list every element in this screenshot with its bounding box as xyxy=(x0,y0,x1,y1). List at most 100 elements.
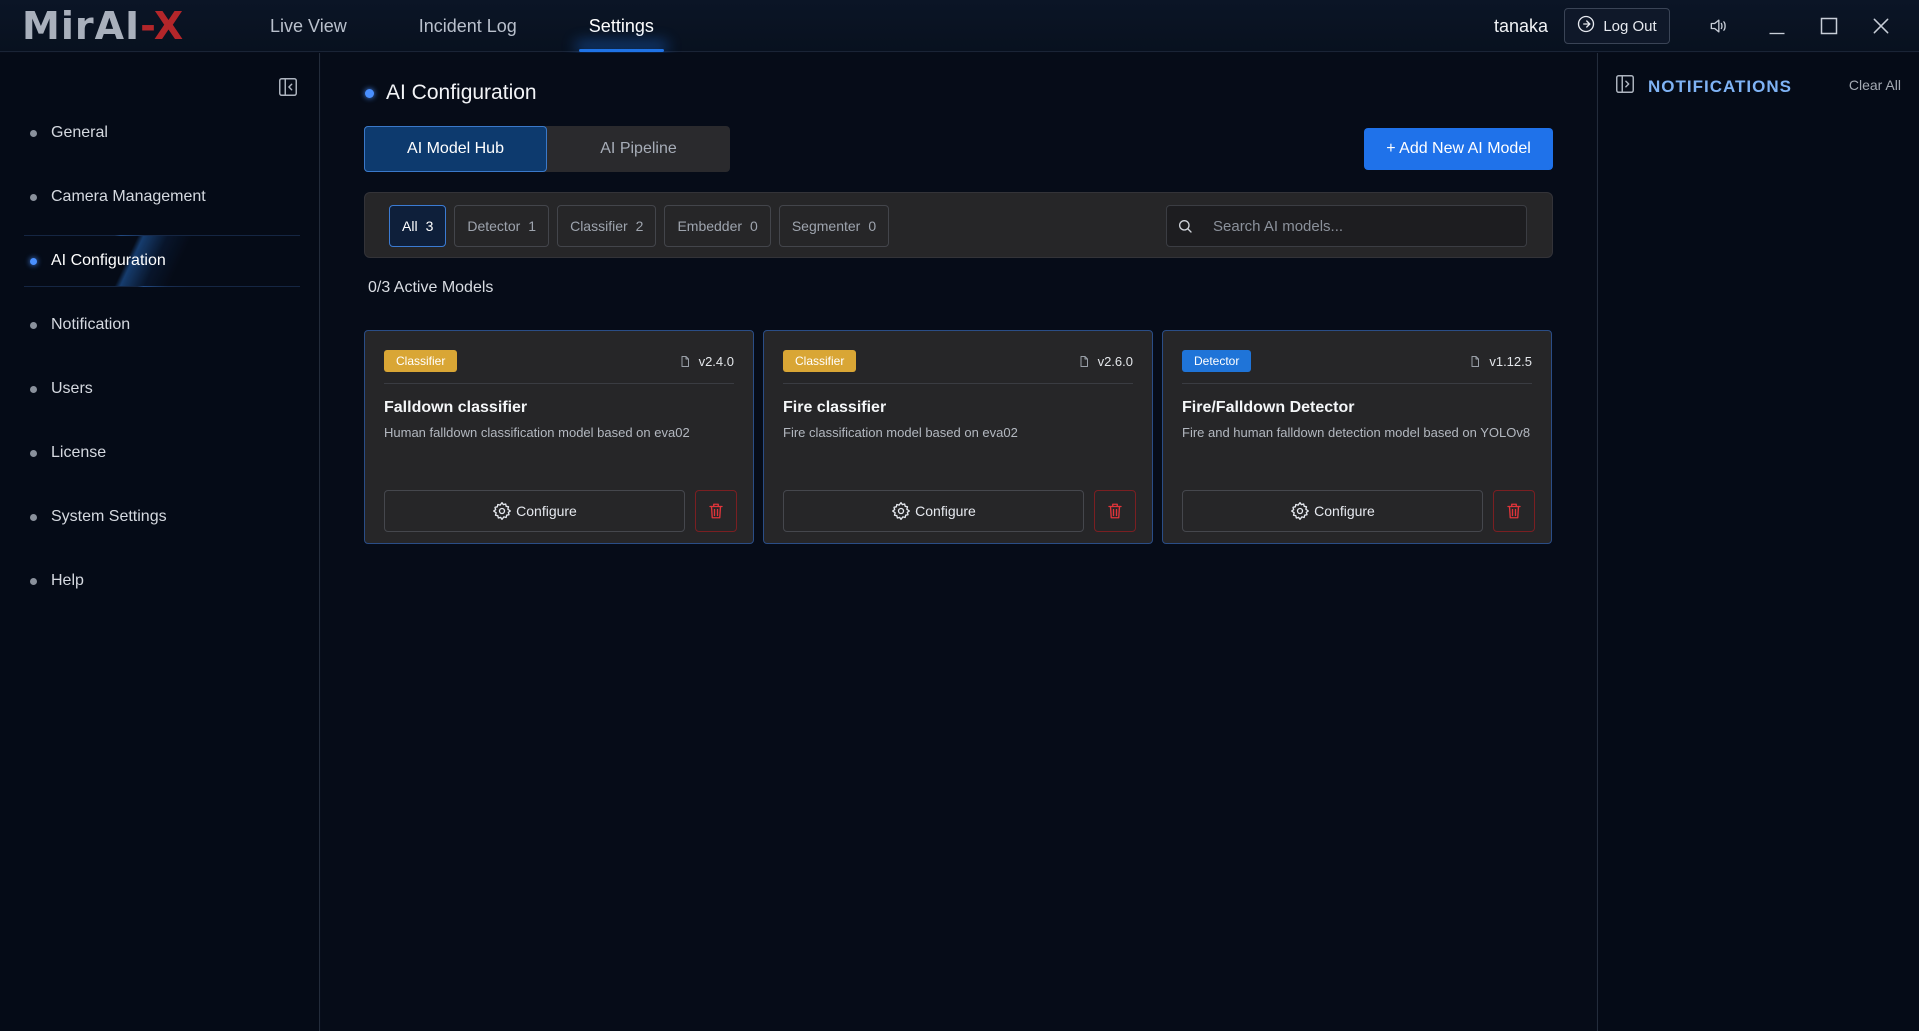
model-type-badge: Classifier xyxy=(384,350,458,372)
main-nav: Live View Incident Log Settings xyxy=(250,0,706,52)
clear-all-button[interactable]: Clear All xyxy=(1849,77,1901,93)
sidebar-item-users[interactable]: Users xyxy=(0,357,320,421)
title-dot-icon xyxy=(365,88,374,98)
card-header: Classifier v2.6.0 xyxy=(783,350,1133,384)
model-name: Fire/Falldown Detector xyxy=(1182,399,1355,416)
filter-chip-all[interactable]: All 3 xyxy=(389,205,447,247)
search-input[interactable] xyxy=(1203,206,1526,246)
sidebar-item-label: Notification xyxy=(51,316,131,333)
bullet-icon xyxy=(30,385,37,393)
settings-sidebar: General Camera Management AI Configurati… xyxy=(0,53,320,1031)
filter-chip-classifier[interactable]: Classifier 2 xyxy=(557,205,657,247)
sidebar-item-help[interactable]: Help xyxy=(0,549,320,613)
sidebar-item-system-settings[interactable]: System Settings xyxy=(0,485,320,549)
chip-count: 3 xyxy=(425,218,434,234)
delete-button[interactable] xyxy=(695,490,737,532)
model-description: Fire classification model based on eva02 xyxy=(783,425,1018,440)
version-text: v2.4.0 xyxy=(698,353,734,369)
sidebar-item-label: Users xyxy=(51,380,93,397)
active-models-count: 0/3 Active Models xyxy=(368,279,494,296)
filter-bar: All 3 Detector 1 Classifier 2 Embedder 0 Seg… xyxy=(364,192,1553,258)
notifications-panel: NOTIFICATIONS Clear All xyxy=(1597,53,1919,1031)
model-name: Falldown classifier xyxy=(384,399,528,416)
bullet-icon xyxy=(30,449,37,457)
collapse-sidebar-icon[interactable] xyxy=(274,73,302,101)
search-box xyxy=(1166,205,1527,247)
tab-ai-pipeline[interactable]: AI Pipeline xyxy=(547,126,730,172)
chip-count: 1 xyxy=(528,218,537,234)
filter-chip-detector[interactable]: Detector 1 xyxy=(454,205,550,247)
sidebar-item-label: AI Configuration xyxy=(51,252,166,269)
configure-button[interactable]: Configure xyxy=(1182,490,1483,532)
configure-button[interactable]: Configure xyxy=(783,490,1084,532)
notifications-header: NOTIFICATIONS xyxy=(1614,73,1792,100)
card-header: Detector v1.12.5 xyxy=(1182,350,1532,384)
sidebar-item-label: General xyxy=(51,124,108,141)
add-new-ai-model-button[interactable]: + Add New AI Model xyxy=(1364,128,1553,170)
model-description: Fire and human falldown detection model … xyxy=(1182,425,1531,440)
configure-label: Configure xyxy=(516,503,577,519)
chip-label: Classifier xyxy=(570,218,628,234)
top-bar: Mir AI -X Live View Incident Log Setting… xyxy=(0,0,1919,52)
sidebar-item-label: License xyxy=(51,444,107,461)
sidebar-item-notification[interactable]: Notification xyxy=(0,293,320,357)
configure-label: Configure xyxy=(1314,503,1375,519)
chip-label: All xyxy=(402,218,418,234)
sidebar-item-camera-management[interactable]: Camera Management xyxy=(0,165,320,229)
logout-button[interactable]: Log Out xyxy=(1564,8,1670,44)
bullet-icon xyxy=(30,513,37,521)
trash-icon xyxy=(1108,503,1122,519)
close-icon[interactable] xyxy=(1865,10,1897,42)
filter-chip-segmenter[interactable]: Segmenter 0 xyxy=(778,205,890,247)
version-text: v2.6.0 xyxy=(1097,353,1133,369)
user-name: tanaka xyxy=(1494,15,1549,36)
configure-button[interactable]: Configure xyxy=(384,490,685,532)
gear-icon xyxy=(493,502,512,520)
file-icon xyxy=(1080,355,1088,367)
delete-button[interactable] xyxy=(1493,490,1535,532)
model-version: v2.6.0 xyxy=(1078,350,1133,372)
delete-button[interactable] xyxy=(1094,490,1136,532)
model-description: Human falldown classification model base… xyxy=(384,425,690,440)
nav-live-view[interactable]: Live View xyxy=(250,0,367,52)
minimize-icon[interactable] xyxy=(1761,10,1793,42)
bullet-icon xyxy=(30,577,37,585)
sidebar-item-label: Camera Management xyxy=(51,188,206,205)
configure-label: Configure xyxy=(915,503,976,519)
model-version: v2.4.0 xyxy=(679,350,734,372)
trash-icon xyxy=(1507,503,1521,519)
logout-label: Log Out xyxy=(1603,17,1657,35)
model-type-badge: Classifier xyxy=(783,350,857,372)
sidebar-item-label: Help xyxy=(51,572,84,589)
sidebar-item-general[interactable]: General xyxy=(0,101,320,165)
app-logo: Mir AI -X xyxy=(22,4,184,48)
chip-count: 0 xyxy=(750,218,758,234)
model-card: Classifier v2.6.0 Fire classifier Fire c… xyxy=(763,330,1153,544)
tab-ai-model-hub[interactable]: AI Model Hub xyxy=(364,126,547,172)
bullet-icon xyxy=(30,193,37,201)
logout-icon xyxy=(1577,15,1595,37)
maximize-icon[interactable] xyxy=(1813,10,1845,42)
version-text: v1.12.5 xyxy=(1489,353,1532,369)
filter-chips: All 3 Detector 1 Classifier 2 Embedder 0 Seg… xyxy=(389,205,890,247)
chip-label: Embedder xyxy=(677,218,743,234)
expand-panel-icon[interactable] xyxy=(1614,73,1636,100)
volume-icon[interactable] xyxy=(1702,10,1734,42)
model-version: v1.12.5 xyxy=(1469,350,1532,372)
model-cards: Classifier v2.4.0 Falldown classifier Hu… xyxy=(364,330,1552,544)
logo-text-ai: AI xyxy=(94,4,141,48)
sidebar-list: General Camera Management AI Configurati… xyxy=(0,101,320,613)
sidebar-item-label: System Settings xyxy=(51,508,167,525)
model-type-badge: Detector xyxy=(1182,350,1252,372)
nav-settings[interactable]: Settings xyxy=(569,0,674,52)
nav-incident-log[interactable]: Incident Log xyxy=(399,0,537,52)
sidebar-item-license[interactable]: License xyxy=(0,421,320,485)
filter-chip-embedder[interactable]: Embedder 0 xyxy=(664,205,771,247)
config-tabs: AI Model Hub AI Pipeline xyxy=(364,126,730,172)
main-content: AI Configuration AI Model Hub AI Pipelin… xyxy=(321,53,1596,1031)
file-icon xyxy=(681,355,689,367)
page-title: AI Configuration xyxy=(365,81,537,105)
sidebar-item-ai-configuration[interactable]: AI Configuration xyxy=(0,229,320,293)
notifications-title: NOTIFICATIONS xyxy=(1648,76,1792,96)
chip-count: 0 xyxy=(868,218,877,234)
